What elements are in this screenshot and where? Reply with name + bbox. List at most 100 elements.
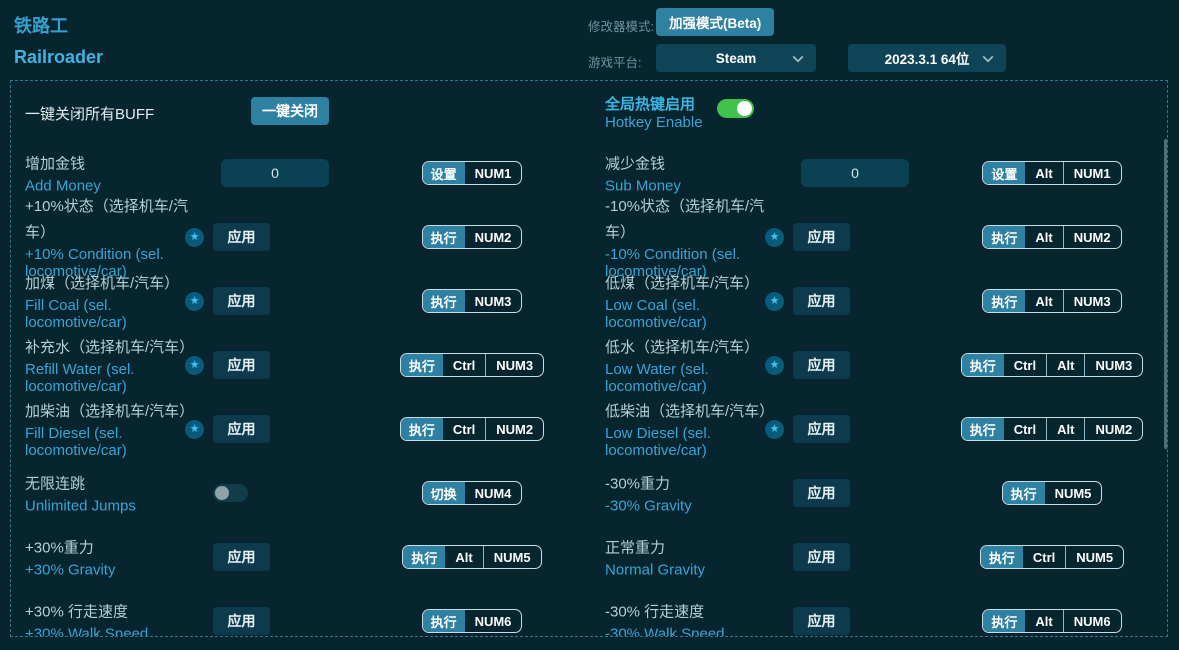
- cheat-name-en: Sub Money: [605, 178, 783, 195]
- hotkey-action-label: 设置: [983, 162, 1025, 184]
- hotkey-badge[interactable]: 设置NUM1: [422, 161, 523, 185]
- cheat-row: -30%重力 -30% Gravity 应用 执行NUM5: [605, 461, 1161, 525]
- hotkey-badge[interactable]: 执行NUM3: [422, 289, 523, 313]
- cheat-controls: 应用: [185, 525, 270, 589]
- hotkey-key: NUM4: [465, 482, 522, 504]
- apply-button[interactable]: 应用: [793, 223, 850, 251]
- feature-toggle[interactable]: [213, 484, 248, 502]
- hotkey-key: NUM1: [1063, 162, 1121, 184]
- toggle-knob: [737, 101, 752, 116]
- cheat-label: 低煤（选择机车/汽车） Low Coal (sel. locomotive/ca…: [605, 271, 783, 331]
- hotkey-area: 执行AltNUM5: [352, 525, 592, 589]
- hotkey-key: NUM3: [1084, 354, 1142, 376]
- hotkey-area: 执行NUM5: [932, 461, 1168, 525]
- value-input[interactable]: [221, 159, 329, 187]
- cheat-controls: [185, 461, 248, 525]
- cheat-label: 低柴油（选择机车/汽车） Low Diesel (sel. locomotive…: [605, 399, 783, 459]
- apply-button[interactable]: 应用: [793, 287, 850, 315]
- cheat-controls: 应用: [765, 589, 850, 637]
- favorite-star-icon[interactable]: ★: [185, 356, 204, 375]
- apply-button[interactable]: 应用: [213, 287, 270, 315]
- cheat-name-en: Low Water (sel. locomotive/car): [605, 361, 783, 395]
- hotkey-badge[interactable]: 执行NUM2: [422, 225, 523, 249]
- hotkey-area: 执行AltNUM3: [932, 269, 1168, 333]
- hotkey-key: NUM5: [1065, 546, 1123, 568]
- hotkey-key: Alt: [445, 546, 482, 568]
- hotkey-action-label: 执行: [423, 610, 465, 632]
- hotkey-area: 设置AltNUM1: [932, 141, 1168, 205]
- hotkey-key: NUM5: [483, 546, 541, 568]
- hotkey-badge[interactable]: 切换NUM4: [422, 481, 523, 505]
- hotkey-badge[interactable]: 执行AltNUM3: [982, 289, 1121, 313]
- apply-button[interactable]: 应用: [213, 415, 270, 443]
- cheat-row: 加柴油（选择机车/汽车） Fill Diesel (sel. locomotiv…: [25, 397, 581, 461]
- global-hotkey-toggle[interactable]: [717, 99, 754, 118]
- hotkey-action-label: 执行: [962, 418, 1004, 440]
- hotkey-action-label: 设置: [423, 162, 465, 184]
- hotkey-badge[interactable]: 执行AltNUM2: [982, 225, 1121, 249]
- apply-button[interactable]: 应用: [793, 351, 850, 379]
- hotkey-badge[interactable]: 设置AltNUM1: [982, 161, 1121, 185]
- favorite-star-icon[interactable]: ★: [765, 228, 784, 247]
- version-dropdown[interactable]: 2023.3.1 64位: [848, 44, 1006, 72]
- hotkey-area: 执行CtrlAltNUM3: [932, 333, 1168, 397]
- cheat-controls: ★ 应用: [185, 205, 270, 269]
- hotkey-key: NUM6: [465, 610, 522, 632]
- hotkey-badge[interactable]: 执行CtrlAltNUM2: [961, 417, 1144, 441]
- cheat-label: -10%状态（选择机车/汽车） -10% Condition (sel. loc…: [605, 194, 783, 280]
- hotkey-action-label: 执行: [423, 290, 465, 312]
- apply-button[interactable]: 应用: [213, 351, 270, 379]
- cheat-row: 正常重力 Normal Gravity 应用 执行CtrlNUM5: [605, 525, 1161, 589]
- hotkey-key: Ctrl: [1004, 418, 1046, 440]
- hotkey-key: NUM3: [1063, 290, 1121, 312]
- hotkey-badge[interactable]: 执行CtrlNUM5: [980, 545, 1124, 569]
- chevron-down-icon: [792, 51, 803, 62]
- cheat-name-en: Fill Coal (sel. locomotive/car): [25, 297, 203, 331]
- hotkey-badge[interactable]: 执行CtrlNUM3: [400, 353, 544, 377]
- hotkey-area: 切换NUM4: [352, 461, 592, 525]
- hotkey-badge[interactable]: 执行CtrlAltNUM3: [961, 353, 1144, 377]
- cheat-name-zh: 低水（选择机车/汽车）: [605, 335, 783, 361]
- hotkey-key: Ctrl: [1023, 546, 1065, 568]
- close-all-buff-label: 一键关闭所有BUFF: [25, 103, 154, 124]
- favorite-star-icon[interactable]: ★: [185, 228, 204, 247]
- cheat-controls: ★ 应用: [185, 269, 270, 333]
- hotkey-badge[interactable]: 执行NUM5: [1002, 481, 1103, 505]
- apply-button[interactable]: 应用: [213, 607, 270, 635]
- cheat-label: 补充水（选择机车/汽车） Refill Water (sel. locomoti…: [25, 335, 203, 395]
- apply-button[interactable]: 应用: [793, 479, 850, 507]
- cheat-name-zh: +30%重力: [25, 536, 203, 562]
- cheat-row: +10%状态（选择机车/汽车） +10% Condition (sel. loc…: [25, 205, 581, 269]
- hotkey-key: NUM2: [1084, 418, 1142, 440]
- cheat-controls: ★ 应用: [765, 205, 850, 269]
- hotkey-badge[interactable]: 执行CtrlNUM2: [400, 417, 544, 441]
- cheat-label: +10%状态（选择机车/汽车） +10% Condition (sel. loc…: [25, 194, 203, 280]
- game-platform-label: 游戏平台:: [588, 52, 641, 71]
- close-all-buff-button[interactable]: 一键关闭: [251, 97, 329, 125]
- favorite-star-icon[interactable]: ★: [765, 292, 784, 311]
- apply-button[interactable]: 应用: [213, 543, 270, 571]
- trainer-mode-button[interactable]: 加强模式(Beta): [656, 8, 774, 36]
- cheat-label: -30%重力 -30% Gravity: [605, 472, 783, 515]
- favorite-star-icon[interactable]: ★: [765, 356, 784, 375]
- favorite-star-icon[interactable]: ★: [185, 420, 204, 439]
- hotkey-badge[interactable]: 执行AltNUM6: [982, 609, 1121, 633]
- hotkey-action-label: 执行: [983, 610, 1025, 632]
- scrollbar-thumb[interactable]: [1164, 139, 1168, 449]
- value-input[interactable]: [801, 159, 909, 187]
- hotkey-area: 执行NUM6: [352, 589, 592, 637]
- hotkey-key: Alt: [1046, 354, 1084, 376]
- apply-button[interactable]: 应用: [213, 223, 270, 251]
- apply-button[interactable]: 应用: [793, 415, 850, 443]
- hotkey-badge[interactable]: 执行NUM6: [422, 609, 523, 633]
- hotkey-badge[interactable]: 执行AltNUM5: [402, 545, 541, 569]
- apply-button[interactable]: 应用: [793, 543, 850, 571]
- favorite-star-icon[interactable]: ★: [185, 292, 204, 311]
- cheat-name-zh: -30% 行走速度: [605, 600, 783, 626]
- favorite-star-icon[interactable]: ★: [765, 420, 784, 439]
- apply-button[interactable]: 应用: [793, 607, 850, 635]
- platform-dropdown[interactable]: Steam: [656, 44, 816, 72]
- cheat-label: -30% 行走速度 -30% Walk Speed: [605, 600, 783, 638]
- hotkey-action-label: 执行: [423, 226, 465, 248]
- cheat-name-en: Refill Water (sel. locomotive/car): [25, 361, 203, 395]
